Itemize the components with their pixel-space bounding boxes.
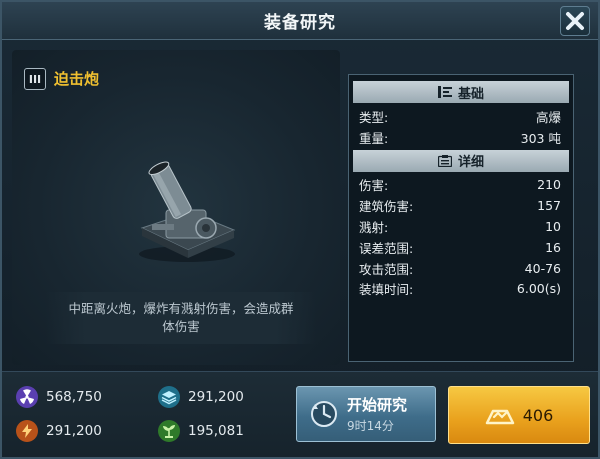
stat-label: 误差范围: [359,240,414,256]
stat-row: 重量: 303 吨 [353,127,569,148]
stat-row: 类型: 高爆 [353,106,569,127]
resource-power: 291,200 [16,420,102,442]
resource-value: 568,750 [46,389,102,405]
weapon-panel: III 迫击炮 中距离火炮，爆炸有溅射伤害，会造成群体伤害 [12,50,340,365]
stat-value: 210 [537,177,561,193]
radiation-icon [16,386,38,408]
stat-row: 伤害: 210 [353,175,569,196]
title-bar: 装备研究 [2,2,598,40]
stat-label: 攻击范围: [359,261,414,277]
stat-row: 建筑伤害: 157 [353,195,569,216]
stat-value: 157 [537,198,561,214]
stat-value: 16 [545,239,561,255]
research-text: 开始研究 9时14分 [347,394,407,434]
stat-label: 装填时间: [359,282,414,298]
stat-value: 6.00(s) [516,281,561,297]
stat-value: 303 吨 [520,130,561,146]
stat-row: 误差范围: 16 [353,237,569,258]
equipment-research-window: 装备研究 III 迫击炮 中距离火炮，爆炸有溅射伤害，会造成群体伤害 基础 类型… [0,0,600,459]
list-icon [437,86,452,98]
research-timer-icon [311,401,337,427]
resource-value: 291,200 [188,389,244,405]
stat-label: 类型: [359,109,389,125]
bottom-bar: 568,750 291,200 291,200 195,081 开始研究 9时1… [2,371,598,457]
gold-bars-icon [485,409,514,425]
resource-value: 291,200 [46,423,102,439]
weapon-name: 迫击炮 [54,70,100,88]
window-title: 装备研究 [264,13,336,33]
stat-value: 10 [545,219,561,235]
research-time: 9时14分 [347,419,394,433]
resource-radiation: 568,750 [16,386,102,408]
close-icon [566,12,584,30]
gold-cost: 406 [522,405,554,425]
resource-value: 195,081 [188,423,244,439]
basic-section-header: 基础 [353,81,569,103]
clipboard-icon [437,154,452,167]
stat-value: 高爆 [535,109,561,125]
detail-section-title: 详细 [457,155,484,171]
stat-label: 溅射: [359,220,389,236]
stats-panel: 基础 类型: 高爆 重量: 303 吨 详细 伤害: 210 建筑伤害: 157 [348,74,574,362]
stat-label: 建筑伤害: [359,199,414,215]
research-label: 开始研究 [347,396,408,414]
tier-badge: III [24,68,46,90]
resource-food: 195,081 [158,420,244,442]
stat-row: 装填时间: 6.00(s) [353,279,569,300]
stat-row: 溅射: 10 [353,216,569,237]
lightning-icon [16,420,38,442]
stat-label: 伤害: [359,178,389,194]
layers-icon [158,386,180,408]
stat-label: 重量: [359,130,389,146]
stat-value: 40-76 [524,260,561,276]
basic-section-title: 基础 [457,86,484,102]
detail-section-header: 详细 [353,149,569,172]
plant-icon [158,420,180,442]
stat-row: 攻击范围: 40-76 [353,258,569,279]
weapon-description: 中距离火炮，爆炸有溅射伤害，会造成群体伤害 [46,292,316,344]
close-button[interactable] [560,6,590,36]
resource-layers: 291,200 [158,386,244,408]
mortar-icon [139,161,236,262]
gold-speedup-button[interactable]: 406 [448,386,590,444]
start-research-button[interactable]: 开始研究 9时14分 [296,386,436,442]
